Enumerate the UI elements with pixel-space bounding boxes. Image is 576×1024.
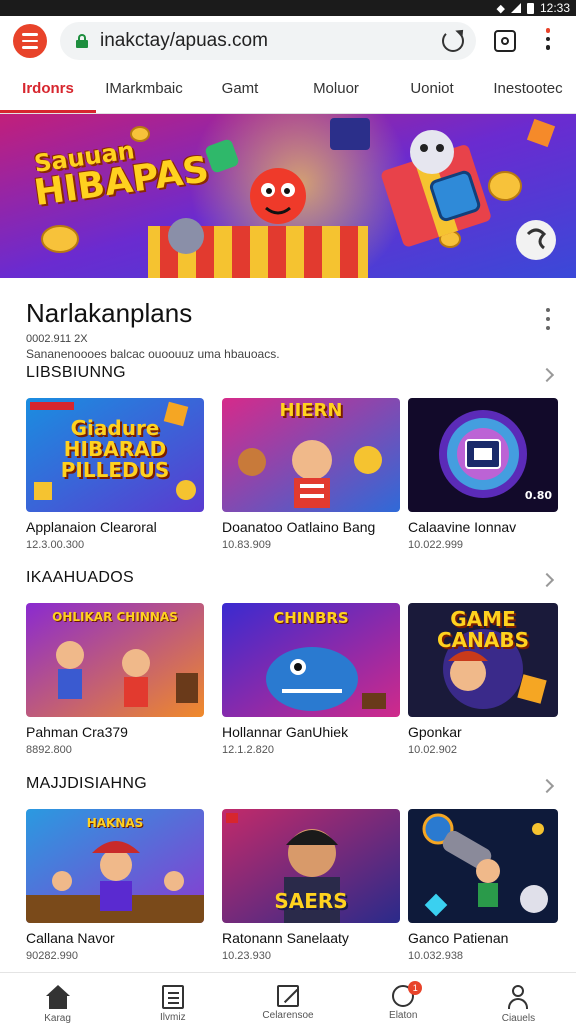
game-art-text: OHLIKAR CHINNAS — [52, 610, 178, 624]
game-thumbnail: GAME CANABS — [408, 603, 558, 717]
url-text[interactable]: inakctay/apuas.com — [100, 30, 268, 52]
game-meta: 8892.800 — [26, 744, 72, 756]
game-title: Callana Navor — [26, 930, 115, 946]
game-thumbnail: HAKNAS — [26, 809, 204, 923]
status-time: 12:33 — [539, 1, 570, 15]
notification-badge: 1 — [408, 981, 423, 995]
game-title: Doanatoo Oatlaino Bang — [222, 519, 376, 535]
game-thumbnail — [408, 809, 558, 923]
battery-icon — [526, 2, 534, 14]
game-art-text: HAKNAS — [86, 816, 144, 830]
tab-imarkmbaic[interactable]: IMarkmbaic — [96, 70, 192, 113]
nav-label: Celarensoe — [262, 1010, 314, 1021]
signal-icon — [510, 3, 521, 13]
list-icon — [161, 985, 184, 1009]
game-card[interactable]: Ganco Patienan 10.032.938 — [408, 809, 558, 962]
game-thumbnail: CHINBRS — [222, 603, 400, 717]
user-icon — [505, 985, 531, 1010]
game-title: Gponkar — [408, 724, 462, 740]
game-card[interactable]: CHINBRS Hollannar GanUhiek 12.1.2.820 — [222, 603, 400, 756]
game-card[interactable]: GAME CANABS Gponkar 10.02.902 — [408, 603, 558, 756]
tab-uoniot[interactable]: Uoniot — [384, 70, 480, 113]
game-title: Applanaion Clearoral — [26, 519, 157, 535]
page-header: Narlakanplans 0002.911 2X Sananenoooes b… — [26, 298, 556, 361]
nav-label: Ilvmiz — [160, 1012, 186, 1023]
page-title: Narlakanplans — [26, 298, 193, 328]
game-title: Ganco Patienan — [408, 930, 509, 946]
game-thumbnail: SAERS — [222, 809, 400, 923]
nav-edit[interactable]: Celarensoe — [230, 973, 345, 1024]
game-art-text: GAME CANABS — [436, 607, 530, 652]
game-title: Ratonann Sanelaaty — [222, 930, 349, 946]
status-bar: ◆ 12:33 — [0, 0, 576, 16]
nav-list[interactable]: Ilvmiz — [115, 973, 230, 1024]
game-art-text: CHINBRS — [273, 609, 349, 627]
section-title: LIBSBIUNNG — [26, 364, 126, 381]
game-meta: 10.23.930 — [222, 950, 271, 962]
chevron-right-icon[interactable] — [539, 572, 555, 588]
tab-inestootec[interactable]: Inestootec — [480, 70, 576, 113]
home-icon — [45, 985, 71, 1010]
menu-icon[interactable] — [13, 24, 47, 58]
nav-label: Karag — [44, 1013, 71, 1024]
nav-home[interactable]: Karag — [0, 973, 115, 1024]
tabs-icon[interactable] — [494, 30, 516, 52]
section-title: IKAAHUADOS — [26, 569, 134, 586]
game-thumbnail: OHLIKAR CHINNAS — [26, 603, 204, 717]
game-card[interactable]: HIERN Doanatoo Oatlaino Bang 10.83.909 — [222, 398, 400, 551]
tab-moluor[interactable]: Moluor — [288, 70, 384, 113]
wifi-icon: ◆ — [496, 2, 505, 15]
game-art-text: SAERS — [274, 889, 348, 913]
nav-label: Elaton — [389, 1010, 418, 1021]
game-meta: 10.022.999 — [408, 539, 464, 551]
game-art-text: Giadure HIBARAD PILLEDUS — [60, 416, 170, 482]
edit-icon — [277, 985, 299, 1007]
game-card[interactable]: HAKNAS Callana Navor 90282.990 — [26, 809, 204, 962]
nav-label: Ciauels — [501, 1013, 536, 1024]
game-title: Pahman Cra379 — [26, 724, 128, 740]
chevron-right-icon[interactable] — [539, 778, 555, 794]
more-vert-icon[interactable] — [540, 28, 556, 56]
game-thumbnail: Giadure HIBARAD PILLEDUS — [26, 398, 204, 512]
chevron-right-icon[interactable] — [539, 367, 555, 383]
nav-notifications[interactable]: 1 Elaton — [346, 973, 461, 1024]
game-title: Hollannar GanUhiek — [222, 724, 349, 740]
game-meta: 10.02.902 — [408, 744, 457, 756]
game-card[interactable]: Giadure HIBARAD PILLEDUS Applanaion Clea… — [26, 398, 204, 551]
game-art-text: 0.80 — [524, 489, 552, 502]
nav-profile[interactable]: Ciauels — [461, 973, 576, 1024]
tab-gamt[interactable]: Gamt — [192, 70, 288, 113]
game-meta: 10.032.938 — [408, 950, 464, 962]
category-tabs: Irdonrs IMarkmbaic Gamt Moluor Uoniot In… — [0, 70, 576, 114]
reload-icon[interactable] — [442, 30, 464, 52]
game-thumbnail: HIERN — [222, 398, 400, 512]
browser-toolbar: inakctay/apuas.com — [0, 16, 576, 70]
bell-icon: 1 — [392, 981, 423, 1007]
game-title: Calaavine Ionnav — [408, 519, 517, 535]
page-meta: 0002.911 2X — [26, 333, 88, 345]
game-meta: 90282.990 — [26, 950, 78, 962]
game-card[interactable]: OHLIKAR CHINNAS Pahman Cra379 8892.800 — [26, 603, 204, 756]
section-title: MAJJDISIAHNG — [26, 775, 147, 792]
game-meta: 12.1.2.820 — [222, 744, 274, 756]
game-art-text: HIERN — [279, 400, 343, 421]
game-card[interactable]: 0.80 Calaavine Ionnav 10.022.999 — [408, 398, 558, 551]
hero-banner[interactable]: Sauuan HIBAPAS — [0, 114, 576, 278]
game-card[interactable]: SAERS Ratonann Sanelaaty 10.23.930 — [222, 809, 400, 962]
bottom-navigation: Karag Ilvmiz Celarensoe 1 Elaton Ciauels — [0, 972, 576, 1024]
game-meta: 10.83.909 — [222, 539, 271, 551]
page-options-icon[interactable] — [546, 308, 550, 330]
tab-irdonrs[interactable]: Irdonrs — [0, 70, 96, 113]
address-bar[interactable]: inakctay/apuas.com — [60, 22, 476, 60]
game-thumbnail: 0.80 — [408, 398, 558, 512]
game-meta: 12.3.00.300 — [26, 539, 85, 551]
page-description: Sananenoooes balcac ouoouuz uma hbauoacs… — [26, 347, 280, 361]
lock-icon — [76, 34, 88, 48]
